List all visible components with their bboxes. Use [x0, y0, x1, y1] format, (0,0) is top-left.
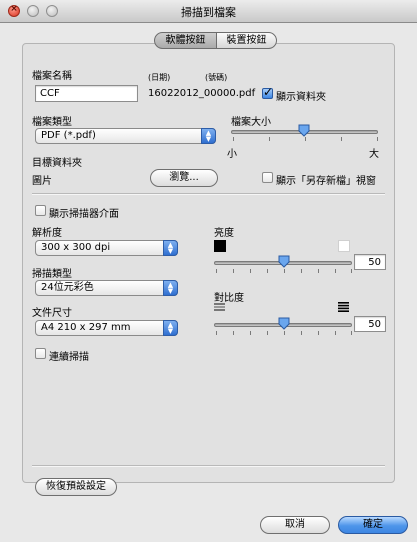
- popup-arrows-icon: ▲ ▼: [163, 320, 178, 336]
- brightness-label: 亮度: [214, 228, 234, 239]
- document-size-select[interactable]: A4 210 x 297 mm ▲ ▼: [35, 320, 178, 336]
- low-contrast-icon: [214, 303, 225, 311]
- light-square-icon: [338, 240, 350, 252]
- file-size-ticks: [233, 137, 378, 142]
- file-name-label: 檔案名稱: [32, 71, 72, 82]
- document-size-label: 文件尺寸: [32, 308, 72, 319]
- continuous-scan-checkbox[interactable]: [35, 348, 46, 359]
- scan-type-value: 24位元彩色: [41, 282, 94, 293]
- section-divider: [32, 193, 385, 195]
- file-size-max-label: 大: [369, 149, 379, 160]
- resolution-label: 解析度: [32, 228, 62, 239]
- show-save-as-label: 顯示「另存新檔」視窗: [276, 176, 376, 187]
- show-folder-label: 顯示資料夾: [276, 92, 326, 103]
- ok-button[interactable]: 確定: [338, 516, 408, 534]
- brightness-value-field[interactable]: 50: [354, 254, 386, 270]
- file-name-input[interactable]: CCF: [35, 85, 138, 102]
- destination-folder-label: 目標資料夾: [32, 158, 82, 169]
- show-scanner-interface-checkbox[interactable]: [35, 205, 46, 216]
- popup-arrows-icon: ▲ ▼: [163, 240, 178, 256]
- generated-file-name: 16022012_00000.pdf: [148, 88, 256, 99]
- contrast-slider-knob[interactable]: [277, 316, 291, 330]
- brightness-ticks: [216, 269, 352, 274]
- contrast-ticks: [216, 331, 352, 336]
- file-type-select[interactable]: PDF (*.pdf) ▲ ▼: [35, 128, 216, 144]
- tab-software-button[interactable]: 軟體按鈕: [154, 32, 217, 49]
- file-type-label: 檔案類型: [32, 117, 72, 128]
- file-type-value: PDF (*.pdf): [41, 130, 96, 141]
- brightness-slider-knob[interactable]: [277, 254, 291, 268]
- file-size-min-label: 小: [227, 149, 237, 160]
- scan-type-label: 掃描類型: [32, 269, 72, 280]
- dark-square-icon: [214, 240, 226, 252]
- file-size-label: 檔案大小: [231, 117, 271, 128]
- browse-button[interactable]: 瀏覽...: [150, 169, 218, 187]
- scan-type-select[interactable]: 24位元彩色 ▲ ▼: [35, 280, 178, 296]
- resolution-value: 300 x 300 dpi: [41, 242, 111, 253]
- title-bar: × 掃描到檔案: [0, 0, 417, 23]
- bottom-divider: [32, 465, 385, 467]
- destination-folder-value: 圖片: [32, 176, 52, 187]
- contrast-value-field[interactable]: 50: [354, 316, 386, 332]
- tab-device-button[interactable]: 裝置按鈕: [216, 32, 277, 49]
- document-size-value: A4 210 x 297 mm: [41, 322, 131, 333]
- popup-arrows-icon: ▲ ▼: [163, 280, 178, 296]
- file-size-slider-knob[interactable]: [297, 123, 311, 137]
- high-contrast-icon: [338, 302, 349, 312]
- window-title: 掃描到檔案: [181, 6, 236, 19]
- restore-defaults-button[interactable]: 恢復預設設定: [35, 478, 117, 496]
- show-scanner-interface-label: 顯示掃描器介面: [49, 209, 119, 220]
- resolution-select[interactable]: 300 x 300 dpi ▲ ▼: [35, 240, 178, 256]
- cancel-button[interactable]: 取消: [260, 516, 330, 534]
- show-folder-checkbox[interactable]: [262, 85, 273, 99]
- date-label: (日期): [148, 73, 171, 82]
- show-save-as-checkbox[interactable]: [262, 172, 273, 183]
- continuous-scan-label: 連續掃描: [49, 352, 89, 363]
- popup-arrows-icon: ▲ ▼: [201, 128, 216, 144]
- number-label: (號碼): [205, 73, 228, 82]
